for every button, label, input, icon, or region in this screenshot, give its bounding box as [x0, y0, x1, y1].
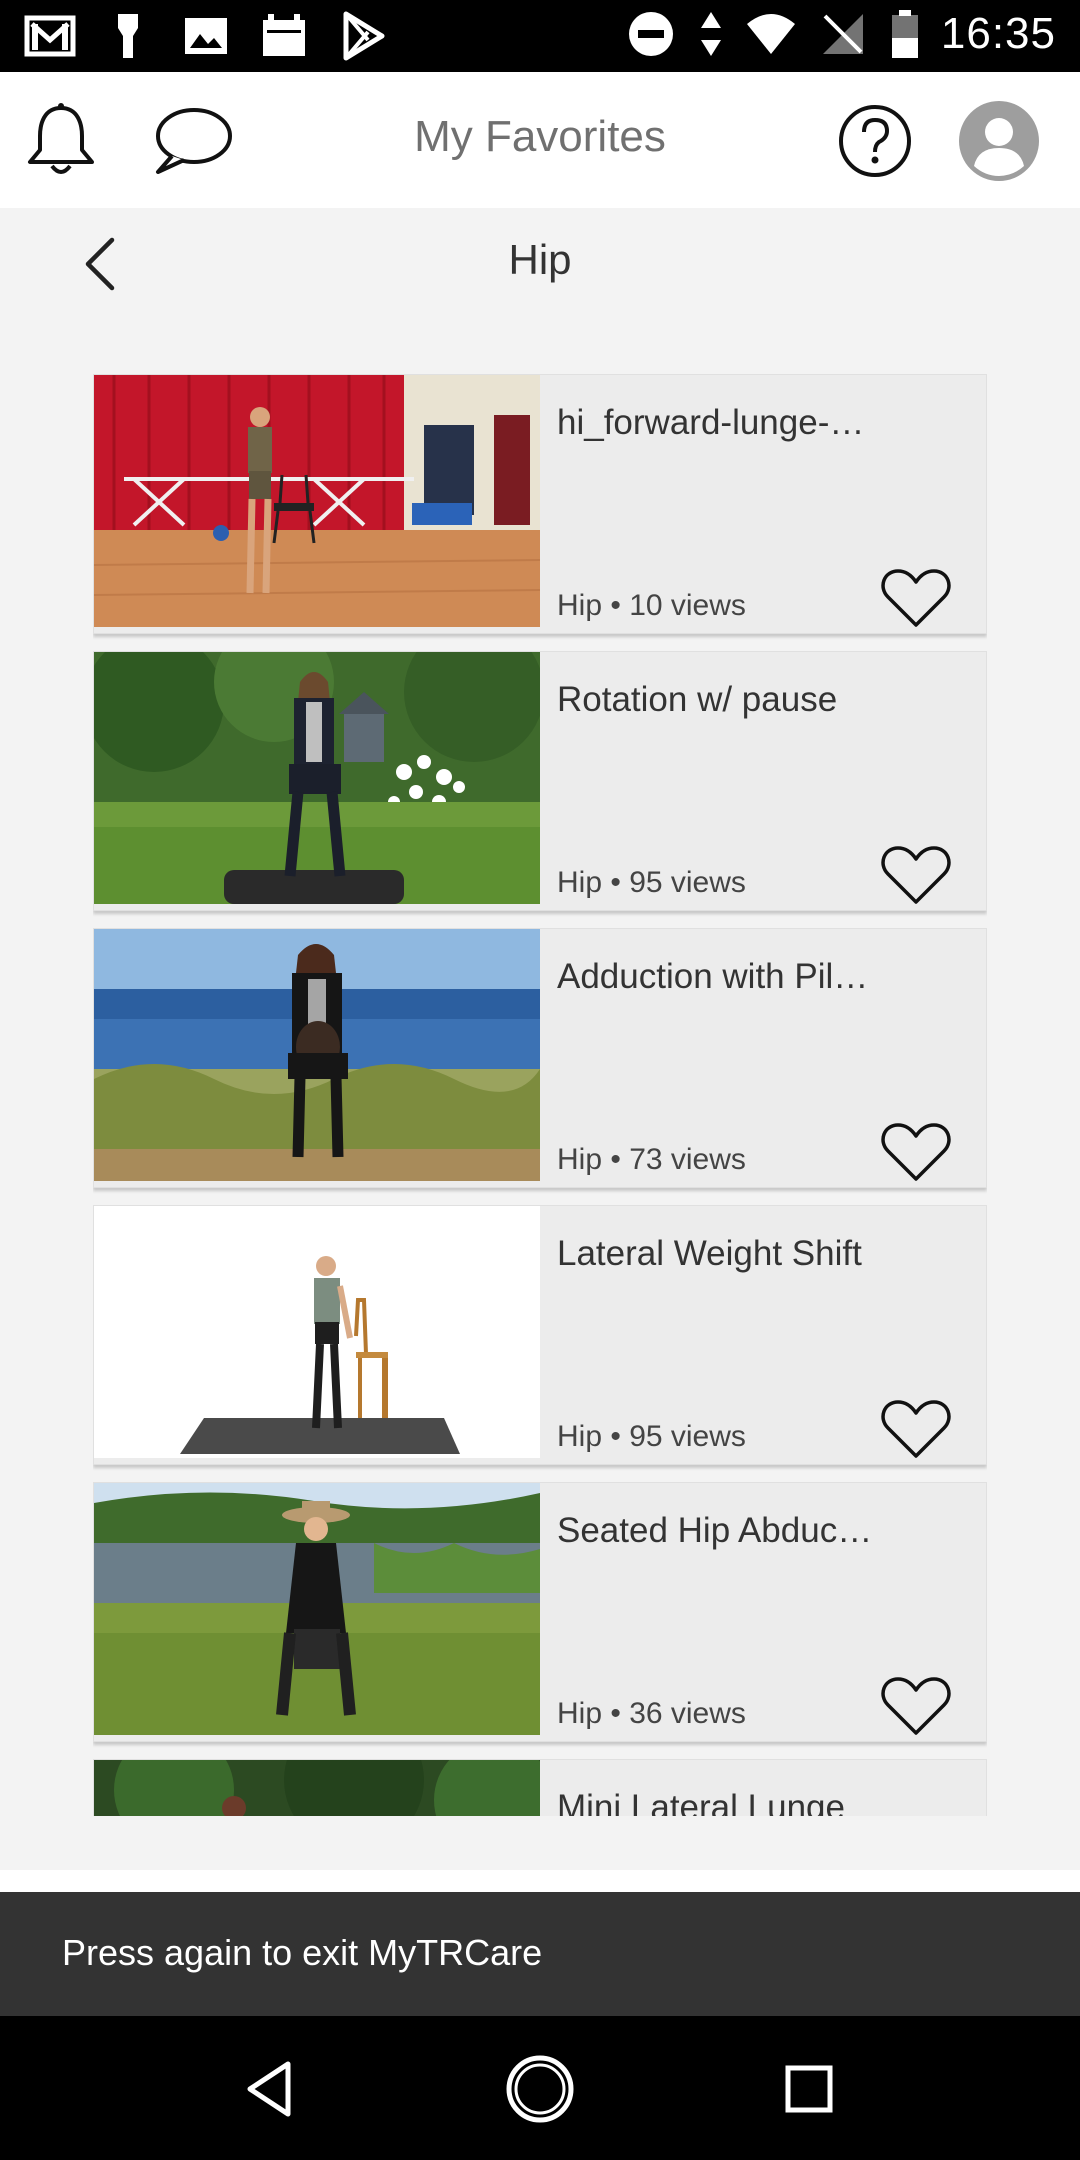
heart-icon[interactable] — [880, 565, 952, 631]
category-title: Hip — [508, 236, 572, 283]
play-store-icon — [343, 11, 385, 61]
flashlight-icon — [118, 14, 138, 58]
video-thumbnail[interactable] — [94, 1483, 540, 1735]
video-title: Mini Lateral Lunge — [557, 1788, 845, 1816]
nav-home-icon[interactable] — [503, 2052, 577, 2126]
no-signal-icon — [822, 14, 863, 54]
bottom-tab-bar-edge — [0, 1870, 1080, 1892]
system-navigation-bar — [0, 2016, 1080, 2160]
video-card[interactable]: Rotation w/ pause Hip • 95 views — [93, 651, 987, 911]
video-title: Seated Hip Abduc… — [557, 1511, 873, 1550]
heart-icon[interactable] — [880, 1396, 952, 1462]
video-card[interactable]: Lateral Weight Shift Hip • 95 views — [93, 1205, 987, 1465]
data-arrows-icon — [700, 12, 721, 56]
toast-text: Press again to exit MyTRCare — [62, 1932, 543, 1973]
help-icon[interactable] — [834, 100, 916, 182]
favorites-list[interactable]: hi_forward-lunge-… Hip • 10 views Rotati… — [93, 374, 987, 1816]
profile-avatar-icon[interactable] — [958, 100, 1040, 182]
toast-message: Press again to exit MyTRCare — [0, 1892, 1080, 2016]
video-card[interactable]: Mini Lateral Lunge — [93, 1759, 987, 1816]
gmail-icon — [24, 15, 76, 57]
video-meta: Hip • 95 views — [557, 866, 746, 899]
video-card[interactable]: Adduction with Pil… Hip • 73 views — [93, 928, 987, 1188]
heart-icon[interactable] — [880, 1119, 952, 1185]
video-meta: Hip • 10 views — [557, 589, 746, 622]
app-header: My Favorites — [0, 72, 1080, 208]
page-title: My Favorites — [414, 112, 666, 161]
battery-icon — [891, 10, 918, 58]
video-title: Adduction with Pil… — [557, 957, 869, 996]
video-thumbnail[interactable] — [94, 375, 540, 627]
status-bar: 16:35 — [0, 0, 1080, 72]
heart-icon[interactable] — [880, 842, 952, 908]
video-card[interactable]: hi_forward-lunge-… Hip • 10 views — [93, 374, 987, 634]
video-title: Rotation w/ pause — [557, 680, 838, 719]
category-header: Hip — [0, 208, 1080, 318]
heart-icon[interactable] — [880, 1673, 952, 1739]
video-title: hi_forward-lunge-… — [557, 403, 865, 442]
calendar-icon — [263, 14, 305, 56]
video-meta: Hip • 95 views — [557, 1420, 746, 1453]
wifi-icon — [746, 14, 795, 54]
do-not-disturb-icon — [628, 12, 673, 56]
image-icon — [185, 18, 227, 54]
video-thumbnail[interactable] — [94, 1760, 540, 1816]
clock: 16:35 — [940, 9, 1056, 58]
video-meta: Hip • 73 views — [557, 1143, 746, 1176]
video-title: Lateral Weight Shift — [557, 1234, 862, 1273]
video-meta: Hip • 36 views — [557, 1697, 746, 1730]
video-thumbnail[interactable] — [94, 652, 540, 904]
nav-recents-icon[interactable] — [772, 2052, 846, 2126]
video-card[interactable]: Seated Hip Abduc… Hip • 36 views — [93, 1482, 987, 1742]
video-thumbnail[interactable] — [94, 929, 540, 1181]
nav-back-icon[interactable] — [234, 2052, 308, 2126]
video-thumbnail[interactable] — [94, 1206, 540, 1458]
